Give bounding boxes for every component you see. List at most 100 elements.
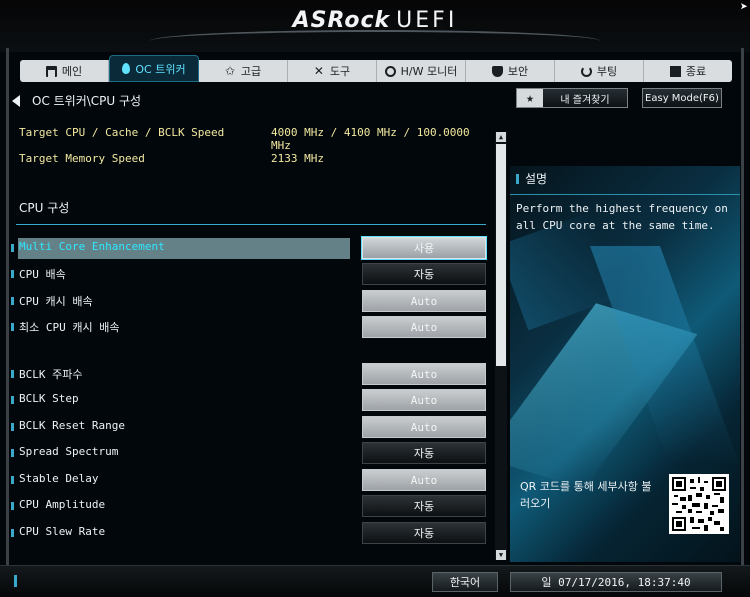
tab-boot[interactable]: 부팅 <box>555 60 644 82</box>
setting-value-field[interactable]: Auto <box>362 469 486 491</box>
setting-label: CPU Amplitude <box>19 498 106 511</box>
tab-label: 고급 <box>240 65 262 78</box>
setting-label: BCLK Step <box>19 392 79 405</box>
setting-label: CPU Slew Rate <box>19 525 106 538</box>
target-cpu-label: Target CPU / Cache / BCLK Speed <box>19 126 225 139</box>
setting-row-bclk-reset-range[interactable]: BCLK Reset Range Auto <box>0 416 494 438</box>
setting-label: BCLK Reset Range <box>19 419 125 432</box>
main-icon <box>45 65 57 77</box>
row-bullet <box>11 297 14 305</box>
tab-label: 부팅 <box>596 65 618 78</box>
setting-label: Spread Spectrum <box>19 445 119 458</box>
setting-row-cpu-amplitude[interactable]: CPU Amplitude 자동 <box>0 495 494 517</box>
setting-row-cpu-slew-rate[interactable]: CPU Slew Rate 자동 <box>0 522 494 544</box>
row-bullet <box>11 502 14 510</box>
tab-security[interactable]: 보안 <box>466 60 555 82</box>
setting-value-field[interactable]: Auto <box>362 316 486 338</box>
mouse-cursor-icon: ➤ <box>740 0 748 15</box>
scroll-thumb[interactable] <box>496 144 506 366</box>
setting-value-field[interactable]: Auto <box>362 416 486 438</box>
setting-row-cpu-cache-ratio[interactable]: CPU 캐시 배속 Auto <box>0 290 494 312</box>
setting-value-field[interactable]: Auto <box>362 363 486 385</box>
setting-label: Multi Core Enhancement <box>19 240 165 253</box>
uefi-screen: ASRock UEFI ➤ 메인 OC 트위커 ✩ 고급 ✕ 도구 H/W 모니터 보… <box>0 0 750 597</box>
setting-row-cpu-ratio[interactable]: CPU 배속 자동 <box>0 263 494 285</box>
tab-label: OC 트위커 <box>135 62 186 76</box>
setting-label: BCLK 주파수 <box>19 368 83 381</box>
setting-row-bclk-step[interactable]: BCLK Step Auto <box>0 389 494 411</box>
tab-exit[interactable]: 종료 <box>644 60 732 82</box>
favorites-label: 내 즐겨찾기 <box>560 94 610 106</box>
tab-hw-monitor[interactable]: H/W 모니터 <box>377 60 466 82</box>
row-bullet <box>11 449 14 457</box>
row-bullet <box>11 476 14 484</box>
tab-label: 종료 <box>685 65 707 78</box>
tab-main[interactable]: 메인 <box>20 60 109 82</box>
favorites-button[interactable]: ★ 내 즐겨찾기 <box>516 88 628 108</box>
tab-label: 보안 <box>507 65 529 78</box>
row-bullet <box>11 270 14 278</box>
footer-indicator <box>14 575 17 587</box>
setting-label: CPU 배속 <box>19 268 66 281</box>
section-title: CPU 구성 <box>19 201 70 215</box>
row-bullet <box>11 244 14 252</box>
language-button[interactable]: 한국어 <box>432 572 498 592</box>
scroll-down-icon[interactable]: ▼ <box>496 550 506 560</box>
settings-panel: Target CPU / Cache / BCLK Speed 4000 MHz… <box>0 118 494 563</box>
setting-value-dropdown[interactable]: 사용 <box>362 237 486 259</box>
tab-label: 도구 <box>329 65 351 78</box>
breadcrumb-path: OC 트위커\CPU 구성 <box>32 94 142 108</box>
setting-value-dropdown[interactable]: 자동 <box>362 263 486 285</box>
power-icon <box>580 65 592 77</box>
target-cpu-value: 4000 MHz / 4100 MHz / 100.0000 MHz <box>271 126 470 152</box>
header: ASRock UEFI ➤ <box>0 0 750 52</box>
datetime-display: 일 07/17/2016, 18:37:40 <box>510 572 722 592</box>
tab-oc-tweaker[interactable]: OC 트위커 <box>109 55 199 82</box>
setting-row-spread-spectrum[interactable]: Spread Spectrum 자동 <box>0 442 494 464</box>
settings-scrollbar[interactable]: ▲ ▼ <box>495 132 507 560</box>
tab-advanced[interactable]: ✩ 고급 <box>199 60 288 82</box>
setting-label: 최소 CPU 캐시 배속 <box>19 321 120 334</box>
target-memory-label: Target Memory Speed <box>19 152 145 165</box>
setting-value-field[interactable]: Auto <box>362 290 486 312</box>
scroll-up-icon[interactable]: ▲ <box>496 132 506 142</box>
main-tabs: 메인 OC 트위커 ✩ 고급 ✕ 도구 H/W 모니터 보안 부팅 종료 <box>20 55 732 82</box>
row-bullet <box>11 423 14 431</box>
setting-label: CPU 캐시 배속 <box>19 295 93 308</box>
tab-tools[interactable]: ✕ 도구 <box>288 60 377 82</box>
setting-row-multi-core-enhancement[interactable]: Multi Core Enhancement 사용 <box>0 237 494 259</box>
setting-row-bclk-frequency[interactable]: BCLK 주파수 Auto <box>0 363 494 385</box>
description-header: 설명 <box>516 170 547 187</box>
qr-code[interactable] <box>669 474 729 534</box>
qr-code-graphic <box>672 477 726 531</box>
description-divider <box>510 194 740 195</box>
setting-row-min-cpu-cache-ratio[interactable]: 최소 CPU 캐시 배속 Auto <box>0 316 494 338</box>
brand-name: ASRock <box>292 8 391 33</box>
row-bullet <box>11 529 14 537</box>
setting-value-field[interactable]: Auto <box>362 389 486 411</box>
drop-icon <box>122 63 131 74</box>
qr-caption: QR 코드를 통해 세부사항 불러오기 <box>520 480 652 510</box>
footer-bar: 한국어 일 07/17/2016, 18:37:40 <box>0 565 750 597</box>
setting-value-dropdown[interactable]: 자동 <box>362 495 486 517</box>
exit-icon <box>669 65 681 77</box>
description-title: 설명 <box>525 172 548 186</box>
star-icon: ★ <box>517 89 543 107</box>
brand-logo: ASRock UEFI <box>0 8 750 33</box>
row-bullet <box>11 370 14 378</box>
brand-product: UEFI <box>396 8 458 33</box>
setting-value-dropdown[interactable]: 자동 <box>362 522 486 544</box>
row-bullet <box>11 396 14 404</box>
back-arrow-icon[interactable] <box>12 94 20 107</box>
setting-row-stable-delay[interactable]: Stable Delay Auto <box>0 469 494 491</box>
section-divider <box>16 224 486 225</box>
target-memory-value: 2133 MHz <box>271 152 324 165</box>
easy-mode-button[interactable]: Easy Mode(F6) <box>642 88 722 108</box>
tools-icon: ✕ <box>313 63 324 78</box>
setting-value-dropdown[interactable]: 자동 <box>362 442 486 464</box>
breadcrumb: OC 트위커\CPU 구성 <box>12 92 141 109</box>
description-text: Perform the highest frequency on all CPU… <box>516 202 728 232</box>
row-bullet <box>11 323 14 331</box>
frame-right <box>741 48 744 578</box>
monitor-icon <box>384 65 396 77</box>
